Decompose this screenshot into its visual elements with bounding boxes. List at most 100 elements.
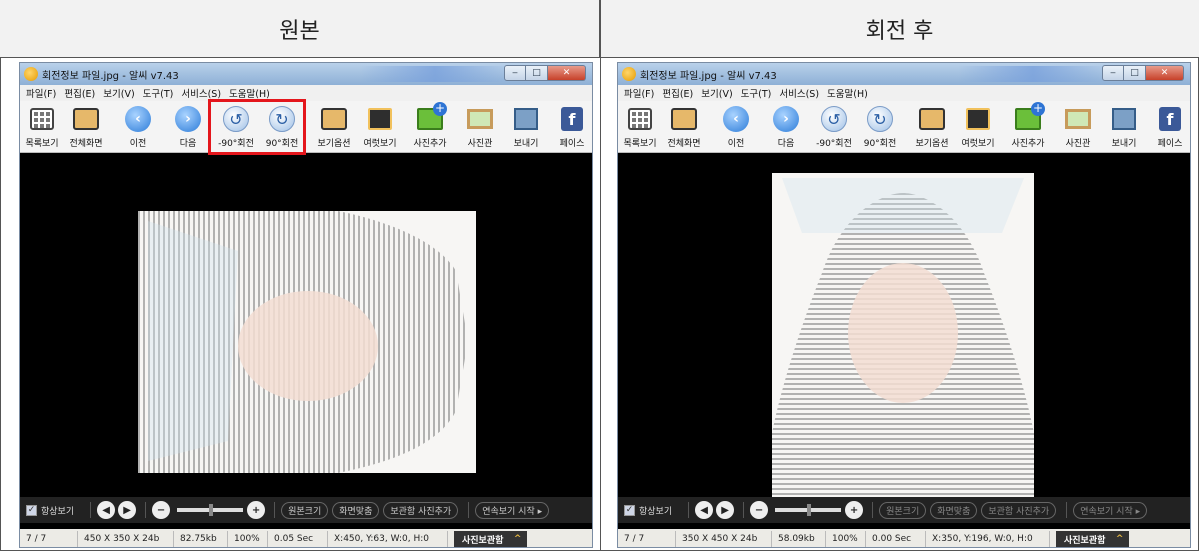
add-photo-button[interactable]: 사진추가 — [1006, 102, 1050, 151]
menu-view[interactable]: 보기(V) — [701, 86, 732, 100]
viewer-window-rotated: 회전정보 파일.jpg - 알씨 v7.43 ‒ □ ✕ 파일(F) 편집(E)… — [617, 62, 1191, 548]
prev-button[interactable]: ‹ 이전 — [116, 103, 160, 151]
fullscreen-icon — [671, 108, 697, 130]
multi-view-button[interactable]: 여럿보기 — [956, 103, 1000, 151]
status-index: 7 / 7 — [20, 531, 78, 547]
fullscreen-button[interactable]: 전체화면 — [662, 103, 706, 151]
rotate-ccw-icon[interactable]: ◀ — [97, 501, 116, 519]
add-to-safe-button[interactable]: 보관함 사진추가 — [981, 501, 1057, 519]
header-rotated: 회전 후 — [600, 0, 1199, 58]
zoom-slider[interactable] — [177, 504, 244, 516]
multi-view-button[interactable]: 여럿보기 — [358, 103, 402, 151]
gallery-button[interactable]: 사진관 — [458, 103, 502, 151]
facebook-button[interactable]: f 페이스 — [1148, 103, 1190, 151]
menu-bar: 파일(F) 편집(E) 보기(V) 도구(T) 서비스(S) 도움말(H) — [618, 85, 1190, 101]
menu-tools[interactable]: 도구(T) — [143, 86, 174, 100]
always-view-checkbox[interactable]: ✓ — [26, 504, 37, 516]
next-button[interactable]: › 다음 — [166, 103, 210, 151]
header-original: 원본 — [0, 0, 600, 58]
gallery-icon — [467, 109, 493, 129]
add-photo-button[interactable]: 사진추가 — [408, 102, 452, 151]
original-size-button[interactable]: 원본크기 — [281, 501, 329, 519]
prev-button[interactable]: ‹ 이전 — [714, 103, 758, 151]
rotate-cw-icon[interactable]: ▶ — [118, 501, 137, 519]
minimize-button[interactable]: ‒ — [504, 65, 526, 81]
zoom-in-icon[interactable]: + — [845, 501, 864, 519]
send-button[interactable]: 보내기 — [504, 103, 548, 151]
gallery-icon — [1065, 109, 1091, 129]
status-zoom: 100% — [826, 531, 866, 547]
facebook-button[interactable]: f 페이스 — [550, 103, 592, 151]
rotate-buttons-highlight — [208, 99, 306, 155]
app-icon — [24, 67, 38, 81]
zoom-slider[interactable] — [775, 504, 842, 516]
maximize-button[interactable]: □ — [1124, 65, 1146, 81]
menu-edit[interactable]: 편집(E) — [662, 86, 693, 100]
status-position: X:350, Y:196, W:0, H:0 — [926, 531, 1050, 547]
status-dimensions: 450 X 350 X 24b — [78, 531, 174, 547]
fit-screen-button[interactable]: 화면맞춤 — [332, 501, 380, 519]
toolbar: 목록보기 전체화면 ‹ 이전 › 다음 ↺ -90°회전 ↻ 90°회전 보기옵션 여럿… — [20, 101, 592, 153]
status-index: 7 / 7 — [618, 531, 676, 547]
status-position: X:450, Y:63, W:0, H:0 — [328, 531, 448, 547]
send-button[interactable]: 보내기 — [1102, 103, 1146, 151]
zoom-out-icon[interactable]: − — [152, 501, 171, 519]
zoom-out-icon[interactable]: − — [750, 501, 769, 519]
view-options-button[interactable]: 보기옵션 — [910, 103, 954, 151]
control-bar: ✓ 항상보기 ◀ ▶ − + 원본크기 화면맞춤 보관함 사진추가 연속보기 시… — [618, 497, 1190, 523]
original-size-button[interactable]: 원본크기 — [879, 501, 927, 519]
view-options-button[interactable]: 보기옵션 — [312, 103, 356, 151]
next-button[interactable]: › 다음 — [764, 103, 808, 151]
zoom-in-icon[interactable]: + — [247, 501, 266, 519]
menu-edit[interactable]: 편집(E) — [64, 86, 95, 100]
app-icon — [622, 67, 636, 81]
close-button[interactable]: ✕ — [548, 65, 586, 81]
menu-tools[interactable]: 도구(T) — [741, 86, 772, 100]
rotate-ccw-icon[interactable]: ◀ — [695, 501, 714, 519]
maximize-button[interactable]: □ — [526, 65, 548, 81]
slideshow-button[interactable]: 연속보기 시작 ▸ — [475, 501, 550, 519]
rotate-right-button[interactable]: ↻ 90°회전 — [858, 103, 902, 151]
status-bar: 7 / 7 450 X 350 X 24b 82.75kb 100% 0.05 … — [20, 529, 592, 547]
window-title: 회전정보 파일.jpg - 알씨 v7.43 — [42, 70, 179, 82]
close-button[interactable]: ✕ — [1146, 65, 1184, 81]
menu-view[interactable]: 보기(V) — [103, 86, 134, 100]
gallery-button[interactable]: 사진관 — [1056, 103, 1100, 151]
rotate-left-icon: ↺ — [821, 106, 847, 132]
send-icon — [514, 108, 538, 130]
slideshow-button[interactable]: 연속보기 시작 ▸ — [1073, 501, 1148, 519]
status-filesize: 82.75kb — [174, 531, 228, 547]
menu-service[interactable]: 서비스(S) — [779, 86, 819, 100]
window-controls: ‒ □ ✕ — [504, 65, 586, 81]
status-dimensions: 350 X 450 X 24b — [676, 531, 772, 547]
multi-view-icon — [966, 108, 990, 130]
facebook-icon: f — [1159, 107, 1181, 131]
grid-icon — [628, 108, 652, 130]
photo-safe-button[interactable]: 사진보관함 — [1056, 531, 1130, 547]
status-zoom: 100% — [228, 531, 268, 547]
menu-service[interactable]: 서비스(S) — [181, 86, 221, 100]
menu-file[interactable]: 파일(F) — [26, 86, 56, 100]
facebook-icon: f — [561, 107, 583, 131]
fullscreen-icon — [73, 108, 99, 130]
title-bar[interactable]: 회전정보 파일.jpg - 알씨 v7.43 ‒ □ ✕ — [618, 63, 1190, 85]
rotate-cw-icon[interactable]: ▶ — [716, 501, 735, 519]
minimize-button[interactable]: ‒ — [1102, 65, 1124, 81]
always-view-checkbox[interactable]: ✓ — [624, 504, 635, 516]
menu-file[interactable]: 파일(F) — [624, 86, 654, 100]
add-to-safe-button[interactable]: 보관함 사진추가 — [383, 501, 459, 519]
title-bar[interactable]: 회전정보 파일.jpg - 알씨 v7.43 ‒ □ ✕ — [20, 63, 592, 85]
column-divider — [600, 0, 601, 551]
rotate-left-button[interactable]: ↺ -90°회전 — [812, 103, 856, 151]
fullscreen-button[interactable]: 전체화면 — [64, 103, 108, 151]
photo-safe-button[interactable]: 사진보관함 — [454, 531, 528, 547]
window-controls: ‒ □ ✕ — [1102, 65, 1184, 81]
fit-screen-button[interactable]: 화면맞춤 — [930, 501, 978, 519]
list-view-button[interactable]: 목록보기 — [618, 103, 662, 151]
add-photo-icon — [1015, 102, 1045, 130]
list-view-button[interactable]: 목록보기 — [20, 103, 64, 151]
menu-help[interactable]: 도움말(H) — [827, 86, 868, 100]
menu-help[interactable]: 도움말(H) — [229, 86, 270, 100]
menu-bar: 파일(F) 편집(E) 보기(V) 도구(T) 서비스(S) 도움말(H) — [20, 85, 592, 101]
view-options-icon — [919, 108, 945, 130]
